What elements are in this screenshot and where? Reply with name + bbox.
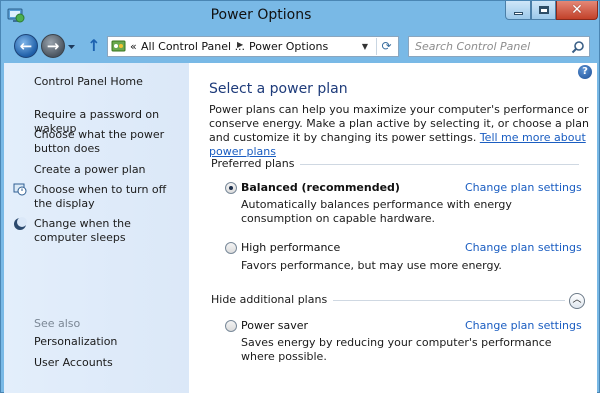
back-arrow-icon: ← [19, 36, 33, 55]
search-box[interactable]: Search Control Panel [408, 36, 590, 57]
see-also-user-accounts[interactable]: User Accounts [34, 356, 184, 370]
forward-arrow-icon: → [46, 36, 60, 55]
refresh-icon[interactable]: ⟳ [376, 38, 396, 55]
plan-name-balanced[interactable]: Balanced (recommended) [241, 181, 400, 194]
plan-desc-power-saver: Saves energy by reducing your computer's… [241, 336, 552, 363]
title-bar[interactable]: Power Options ✕ [1, 1, 599, 31]
breadcrumb-prefix: « [130, 40, 137, 53]
control-panel-icon [111, 40, 126, 52]
window-title: Power Options [210, 7, 312, 23]
search-placeholder: Search Control Panel [415, 40, 531, 53]
close-button[interactable]: ✕ [556, 1, 598, 20]
help-icon[interactable]: ? [578, 65, 592, 79]
display-timer-icon [13, 183, 27, 196]
sidebar-item-computer-sleeps[interactable]: Change when the computer sleeps [34, 217, 184, 245]
sleep-moon-icon [14, 217, 27, 230]
address-dropdown-icon[interactable]: ▼ [357, 38, 373, 55]
breadcrumb-all-control-panel[interactable]: All Control Panel ... [141, 40, 245, 53]
balanced-radio[interactable] [225, 182, 237, 194]
sidebar-item-power-button[interactable]: Choose what the power button does [34, 128, 184, 156]
change-plan-settings-high-performance[interactable]: Change plan settings [465, 241, 582, 254]
sidebar: Control Panel Home Require a password on… [4, 63, 189, 393]
power-saver-radio[interactable] [225, 320, 237, 332]
minimize-button[interactable] [505, 1, 531, 20]
back-button[interactable]: ← [14, 34, 38, 58]
preferred-plans-label: Preferred plans [211, 157, 301, 170]
forward-button[interactable]: → [41, 34, 65, 58]
collapse-chevron-up-icon[interactable]: ︿ [569, 293, 585, 309]
change-plan-settings-balanced[interactable]: Change plan settings [465, 181, 582, 194]
content-area: Control Panel Home Require a password on… [4, 63, 597, 393]
navigation-bar: ← → ↑ « All Control Panel ... ▶ Power Op… [1, 31, 599, 61]
minimize-icon [513, 11, 523, 15]
search-icon[interactable] [571, 40, 585, 54]
sidebar-item-turn-off-display[interactable]: Choose when to turn off the display [34, 183, 184, 211]
see-also-heading: See also [34, 317, 81, 330]
power-options-window: Power Options ✕ ← → ↑ « All Control Pane… [0, 0, 600, 393]
plan-name-power-saver[interactable]: Power saver [241, 319, 308, 332]
maximize-icon [538, 6, 549, 14]
change-plan-settings-power-saver[interactable]: Change plan settings [465, 319, 582, 332]
hide-additional-plans-label[interactable]: Hide additional plans [211, 293, 334, 306]
sidebar-item-control-panel-home[interactable]: Control Panel Home [34, 75, 184, 89]
sidebar-item-create-plan[interactable]: Create a power plan [34, 163, 184, 177]
up-level-icon[interactable]: ↑ [87, 36, 101, 56]
intro-text: Power plans can help you maximize your c… [209, 103, 594, 159]
plan-desc-balanced: Automatically balances performance with … [241, 198, 512, 225]
address-bar[interactable]: « All Control Panel ... ▶ Power Options … [107, 36, 399, 57]
maximize-button[interactable] [531, 1, 556, 20]
page-title: Select a power plan [209, 81, 348, 97]
high-performance-radio[interactable] [225, 242, 237, 254]
plan-name-high-performance[interactable]: High performance [241, 241, 340, 254]
main-panel: ? Select a power plan Power plans can he… [189, 63, 597, 393]
breadcrumb-power-options[interactable]: Power Options [249, 40, 328, 53]
close-icon: ✕ [571, 2, 583, 18]
plan-desc-high-performance: Favors performance, but may use more ene… [241, 259, 502, 272]
breadcrumb-separator-icon[interactable]: ▶ [237, 40, 243, 49]
see-also-personalization[interactable]: Personalization [34, 335, 184, 349]
recent-pages-dropdown-icon[interactable] [67, 42, 76, 51]
